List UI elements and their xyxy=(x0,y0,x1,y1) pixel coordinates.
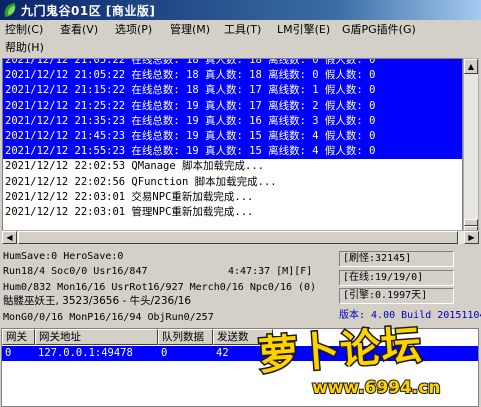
engine-uptime-box: [引擎:0.1997天] xyxy=(339,288,454,304)
menu-tools[interactable]: 工具(T) xyxy=(223,21,262,39)
scroll-thumb[interactable] xyxy=(464,219,478,226)
app-leaf-icon xyxy=(3,3,17,17)
status-boss: 骷髅巫妖王, 3523/3656 - 牛头/236/16 xyxy=(3,295,192,307)
menu-control[interactable]: 控制(C) xyxy=(4,21,44,39)
status-mon: MonG0/0/16 MonP16/16/94 ObjRun0/257 xyxy=(3,312,214,323)
log-line[interactable]: 2021/12/12 22:03:01 管理NPC重新加载完成... xyxy=(3,205,462,220)
log-line[interactable]: 2021/12/12 22:03:01 交易NPC重新加载完成... xyxy=(3,190,462,205)
log-line[interactable]: 2021/12/12 21:05:22 在线总数: 18 真人数: 18 离线数… xyxy=(3,68,462,84)
status-save: HumSave:0 HeroSave:0 xyxy=(3,251,124,262)
menu-lm-engine[interactable]: LM引擎(E) xyxy=(276,21,331,39)
cell-queue-data: 0 xyxy=(161,347,168,359)
watermark-url: www.6994.cn xyxy=(311,377,441,399)
window-title: 九门鬼谷01区 [商业版] xyxy=(21,3,156,18)
scroll-left-arrow-icon[interactable]: ◀ xyxy=(2,231,17,244)
refresh-count-box: [刷怪:32145] xyxy=(339,251,454,267)
menu-bar: 控制(C) 查看(V) 选项(P) 管理(M) 工具(T) LM引擎(E) G盾… xyxy=(0,20,481,60)
column-header-gateway-address[interactable]: 网关地址 xyxy=(35,329,158,345)
cell-gateway: 0 xyxy=(5,347,12,359)
forum-watermark-logo: 萝卜论坛 www.6994.cn xyxy=(250,312,481,407)
menu-manage[interactable]: 管理(M) xyxy=(169,21,211,39)
log-line[interactable]: 2021/12/12 21:35:23 在线总数: 19 真人数: 16 离线数… xyxy=(3,113,462,129)
log-line[interactable]: 2021/12/12 21:15:22 在线总数: 18 真人数: 17 离线数… xyxy=(3,83,462,99)
status-hum: Hum0/832 Mon16/16 UsrRot16/927 Merch0/16… xyxy=(3,282,317,293)
menu-help[interactable]: 帮助(H) xyxy=(4,39,45,57)
scroll-right-arrow-icon[interactable]: ▶ xyxy=(464,231,479,244)
cell-gateway-address: 127.0.0.1:49478 xyxy=(38,347,133,359)
menu-g-shield-plugin[interactable]: G盾PG插件(G) xyxy=(341,21,417,39)
scroll-up-arrow-icon[interactable]: ▲ xyxy=(464,59,478,74)
log-vertical-scrollbar[interactable]: ▲ ▼ xyxy=(463,58,479,242)
status-time: 4:47:37 [M][F] xyxy=(228,266,313,277)
menu-options[interactable]: 选项(P) xyxy=(114,21,153,39)
log-line[interactable]: 2021/12/12 21:25:22 在线总数: 19 真人数: 17 离线数… xyxy=(3,98,462,114)
online-count-box: [在线:19/19/0] xyxy=(339,270,454,286)
log-line[interactable]: 2021/12/12 21:05:22 在线总数: 18 真人数: 18 离线数… xyxy=(3,59,462,69)
log-line[interactable]: 2021/12/12 22:02:56 QFunction 脚本加载完成... xyxy=(3,175,462,190)
log-panel[interactable]: 2021/12/12 21:05:22 在线总数: 18 真人数: 18 离线数… xyxy=(2,58,463,242)
log-line[interactable]: 2021/12/12 21:55:23 在线总数: 19 真人数: 15 离线数… xyxy=(3,144,462,160)
column-header-gateway[interactable]: 网关 xyxy=(2,329,35,345)
log-line[interactable]: 2021/12/12 21:45:23 在线总数: 19 真人数: 15 离线数… xyxy=(3,128,462,145)
log-line[interactable]: 2021/12/12 22:02:53 QManage 脚本加载完成... xyxy=(3,159,462,174)
column-header-queue-data[interactable]: 队列数据 xyxy=(158,329,213,345)
title-bar[interactable]: 九门鬼谷01区 [商业版] xyxy=(0,0,481,20)
horizontal-scroll-thumb[interactable] xyxy=(18,231,458,244)
log-horizontal-scrollbar[interactable]: ◀ ▶ xyxy=(2,230,479,244)
status-run: Run18/4 Soc0/0 Usr16/847 xyxy=(3,266,148,277)
watermark-text: 萝卜论坛 xyxy=(255,321,425,381)
menu-view[interactable]: 查看(V) xyxy=(59,21,99,39)
